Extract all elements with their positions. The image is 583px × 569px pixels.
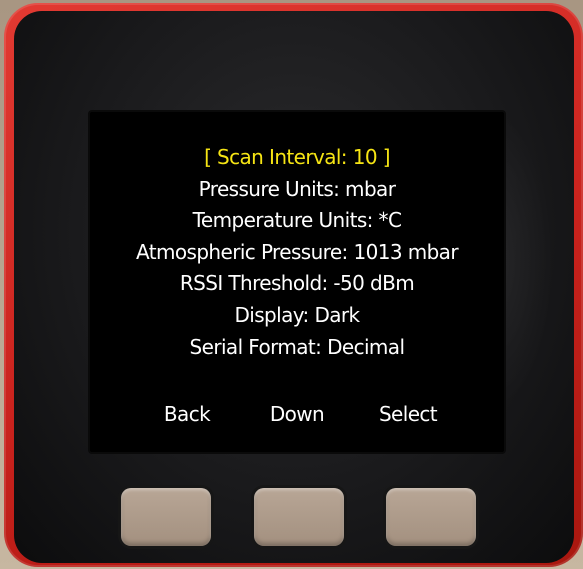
softkey-down-label: Down <box>269 402 325 426</box>
menu-item-display[interactable]: Display: Dark <box>90 300 504 332</box>
menu-item-rssi-threshold[interactable]: RSSI Threshold: -50 dBm <box>90 268 504 300</box>
menu-item-scan-interval[interactable]: [ Scan Interval: 10 ] <box>90 142 504 174</box>
menu-item-atmospheric-pressure[interactable]: Atmospheric Pressure: 1013 mbar <box>90 237 504 269</box>
menu-item-pressure-units[interactable]: Pressure Units: mbar <box>90 174 504 206</box>
menu-item-serial-format[interactable]: Serial Format: Decimal <box>90 332 504 364</box>
settings-menu: [ Scan Interval: 10 ] Pressure Units: mb… <box>90 142 504 363</box>
softkey-back-label: Back <box>163 402 211 426</box>
softkey-bar: Back Down Select <box>90 402 504 436</box>
down-button[interactable] <box>254 488 344 546</box>
select-button[interactable] <box>386 488 476 546</box>
lcd-screen: [ Scan Interval: 10 ] Pressure Units: mb… <box>90 112 504 452</box>
menu-item-temperature-units[interactable]: Temperature Units: *C <box>90 205 504 237</box>
back-button[interactable] <box>121 488 211 546</box>
softkey-select-label: Select <box>378 402 438 426</box>
device-photo: [ Scan Interval: 10 ] Pressure Units: mb… <box>0 0 583 569</box>
